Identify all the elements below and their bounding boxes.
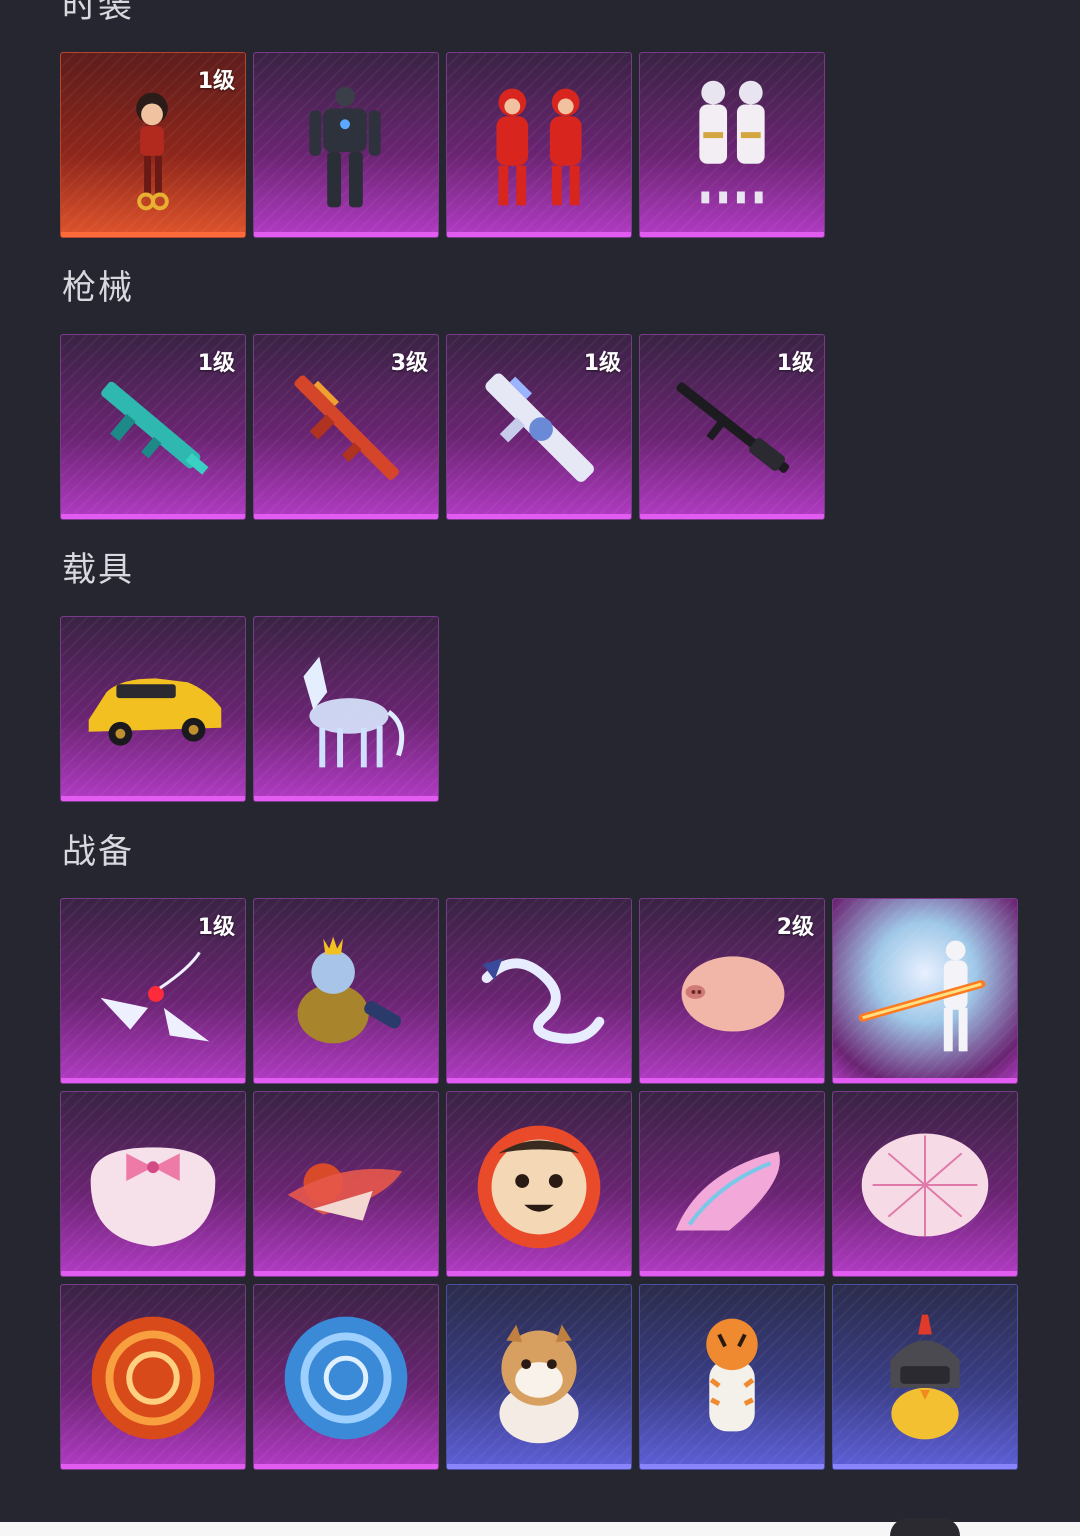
section-title-equipment: 战备 xyxy=(62,832,134,872)
item-card[interactable] xyxy=(253,616,439,802)
level-badge: 1级 xyxy=(583,351,621,376)
item-card[interactable] xyxy=(253,1284,439,1470)
pink-plaid-parachute-icon xyxy=(833,1092,1017,1276)
tiger-pet-icon xyxy=(640,1285,824,1469)
item-card[interactable] xyxy=(832,1091,1018,1277)
level-badge: 1级 xyxy=(197,915,235,940)
level-badge: 3级 xyxy=(390,351,428,376)
item-card[interactable]: 2级 xyxy=(639,898,825,1084)
white-dragon-glider-icon xyxy=(447,899,631,1083)
item-card[interactable] xyxy=(832,898,1018,1084)
item-card[interactable] xyxy=(253,898,439,1084)
pink-bow-parachute-icon xyxy=(61,1092,245,1276)
mech-armor-suit-icon xyxy=(254,53,438,237)
helmet-chick-pet-icon xyxy=(833,1285,1017,1469)
level-badge: 2级 xyxy=(776,915,814,940)
item-card[interactable] xyxy=(446,898,632,1084)
item-card[interactable] xyxy=(60,1284,246,1470)
item-card[interactable] xyxy=(639,52,825,238)
item-card[interactable] xyxy=(60,616,246,802)
item-card[interactable]: 1级 xyxy=(639,334,825,520)
section-title-outfits: 时装 xyxy=(62,0,134,26)
shiba-dog-pet-icon xyxy=(447,1285,631,1469)
item-card[interactable]: 1级 xyxy=(60,52,246,238)
white-gold-outfit-set-icon xyxy=(640,53,824,237)
item-card[interactable] xyxy=(253,52,439,238)
item-card[interactable]: 3级 xyxy=(253,334,439,520)
level-badge: 1级 xyxy=(197,351,235,376)
item-card[interactable]: 1级 xyxy=(446,334,632,520)
equipment-grid: 1级 2级 xyxy=(60,898,1018,1470)
elephant-backpack-icon xyxy=(254,899,438,1083)
outfits-grid: 1级 xyxy=(60,52,1018,238)
weapons-grid: 1级 3级 1级 1级 xyxy=(60,334,1018,520)
ice-crystal-horse-icon xyxy=(254,617,438,801)
section-title-weapons: 枪械 xyxy=(62,268,134,308)
item-card[interactable] xyxy=(639,1091,825,1277)
red-twin-pig-suits-icon xyxy=(447,53,631,237)
flame-weapon-emote-icon xyxy=(833,899,1017,1083)
item-card[interactable] xyxy=(832,1284,1018,1470)
vehicles-grid xyxy=(60,616,1018,802)
section-title-vehicles: 载具 xyxy=(62,550,134,590)
red-phoenix-glider-icon xyxy=(254,1092,438,1276)
item-card[interactable]: 1级 xyxy=(60,334,246,520)
level-badge: 1级 xyxy=(776,351,814,376)
item-card[interactable] xyxy=(60,1091,246,1277)
fire-swirl-parachute-icon xyxy=(61,1285,245,1469)
yellow-suv-icon xyxy=(61,617,245,801)
item-card[interactable]: 1级 xyxy=(60,898,246,1084)
item-card[interactable] xyxy=(253,1091,439,1277)
level-badge: 1级 xyxy=(197,69,235,94)
ice-swirl-parachute-icon xyxy=(254,1285,438,1469)
pink-wing-glider-icon xyxy=(640,1092,824,1276)
floating-handle[interactable] xyxy=(890,1518,960,1536)
item-card[interactable] xyxy=(446,52,632,238)
item-card[interactable] xyxy=(446,1091,632,1277)
boy-face-parachute-icon xyxy=(447,1092,631,1276)
item-card[interactable] xyxy=(639,1284,825,1470)
item-card[interactable] xyxy=(446,1284,632,1470)
